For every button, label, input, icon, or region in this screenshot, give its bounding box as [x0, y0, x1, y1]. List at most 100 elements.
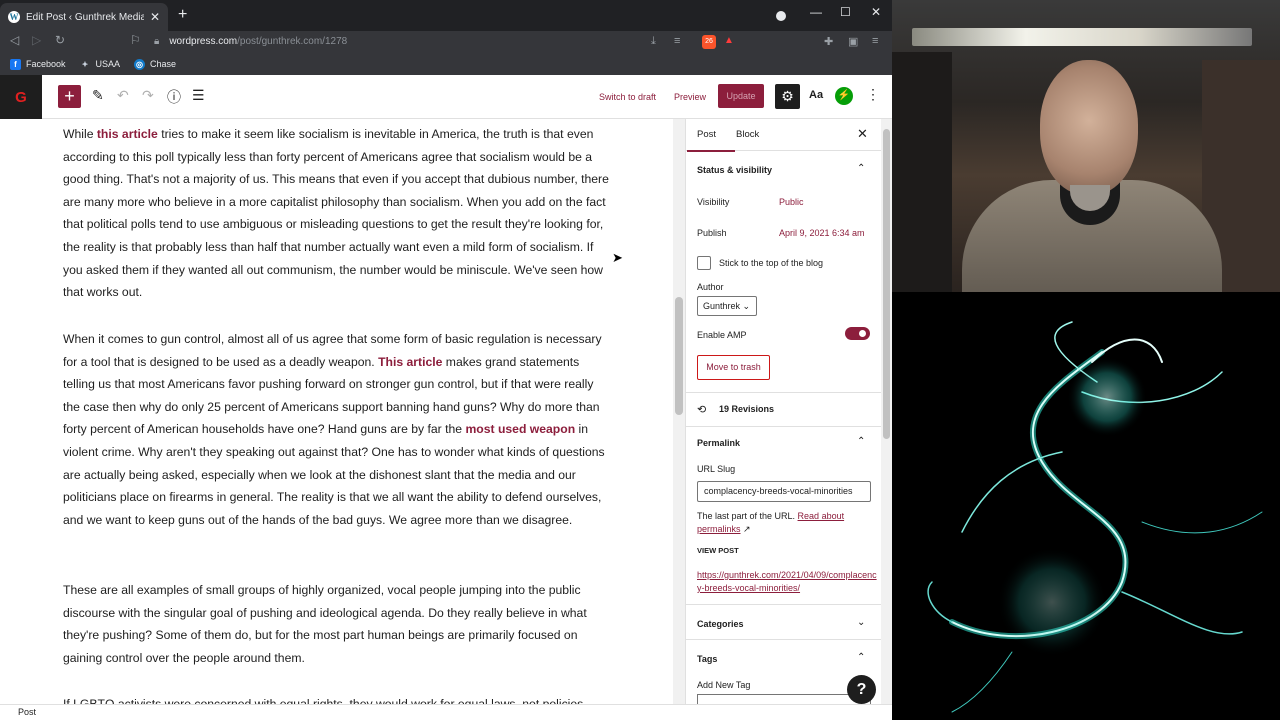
extensions-icon[interactable]: ✚ — [824, 35, 833, 48]
sidebar-scrollbar[interactable] — [881, 119, 892, 704]
categories-heading[interactable]: Categories — [697, 619, 744, 629]
presenter-head — [1040, 60, 1138, 195]
external-link-icon: ↗ — [743, 524, 751, 534]
scrollbar-thumb[interactable] — [675, 297, 683, 415]
more-options-icon[interactable]: ⋮ — [866, 86, 880, 103]
close-sidebar-icon[interactable]: ✕ — [857, 126, 868, 142]
wordpress-favicon-icon: W — [8, 11, 20, 23]
media-icon[interactable]: ▣ — [848, 35, 858, 48]
paragraph-text: in violent crime. Why aren't they speaki… — [63, 422, 605, 527]
chevron-up-icon[interactable]: ⌃ — [857, 652, 865, 663]
install-icon[interactable]: ⤓ — [651, 35, 656, 48]
visibility-toggle[interactable]: Public — [779, 197, 804, 207]
block-breadcrumb[interactable]: Post — [0, 704, 892, 720]
paragraph-block[interactable]: While this article tries to make it seem… — [63, 123, 611, 304]
profile-icon[interactable] — [776, 11, 786, 21]
browser-window: W Edit Post ‹ Gunthrek Media — W ✕ + — ☐… — [0, 0, 892, 720]
bookmark-label: USAA — [95, 59, 121, 69]
tab-title: Edit Post ‹ Gunthrek Media — W — [26, 11, 144, 23]
webcam-feed — [892, 0, 1280, 292]
glowing-dragon-icon — [927, 321, 1263, 713]
bookmarks-bar: f Facebook ✦ USAA ◎ Chase — [0, 53, 892, 75]
close-tab-icon[interactable]: ✕ — [150, 10, 160, 24]
url-slug-input[interactable]: complacency-breeds-vocal-minorities — [697, 481, 871, 502]
permalink-heading[interactable]: Permalink — [697, 438, 740, 448]
weapon-link[interactable]: most used weapon — [465, 422, 575, 436]
bookmark-chase[interactable]: ◎ Chase — [134, 58, 176, 70]
slug-help-text: The last part of the URL. Read about per… — [697, 510, 877, 536]
browser-tab-active[interactable]: W Edit Post ‹ Gunthrek Media — W ✕ — [0, 3, 168, 31]
site-logo-icon[interactable]: G — [0, 75, 42, 119]
browser-toolbar: ◁ ▷ ↻ ⚐ 🔒︎ wordpress.com /post/gunthrek.… — [0, 31, 892, 53]
divider — [686, 426, 881, 427]
help-text: The last part of the URL. — [697, 511, 798, 521]
undo-icon[interactable]: ↶ — [117, 87, 129, 104]
move-to-trash-button[interactable]: Move to trash — [697, 355, 770, 380]
editor-header: G + ✎ ↶ ↷ ⓘ ☰ Switch to draft Preview Up… — [0, 75, 892, 119]
jetpack-icon[interactable]: ⚡ — [835, 87, 853, 105]
tools-pencil-icon[interactable]: ✎ — [92, 87, 104, 104]
reload-icon[interactable]: ↻ — [55, 33, 65, 47]
block-inserter-button[interactable]: + — [58, 85, 81, 108]
author-value: Gunthrek — [703, 301, 741, 311]
new-tab-icon[interactable]: + — [178, 7, 187, 23]
bookmark-icon[interactable]: ⚐ — [130, 33, 141, 47]
paragraph-block[interactable]: If LGBTQ activists were concerned with e… — [63, 693, 611, 704]
canvas-scrollbar[interactable] — [673, 119, 685, 704]
revisions-icon[interactable]: ⟲ — [697, 403, 706, 416]
update-button[interactable]: Update — [718, 84, 764, 108]
chevron-down-icon[interactable]: ⌄ — [857, 617, 865, 628]
background-cabinet — [892, 52, 952, 292]
styles-button[interactable]: Aa — [809, 89, 823, 101]
redo-icon[interactable]: ↷ — [142, 87, 154, 104]
reader-mode-icon[interactable]: ≡ — [674, 35, 680, 47]
list-view-icon[interactable]: ☰ — [192, 87, 205, 104]
article-link[interactable]: this article — [97, 127, 158, 141]
brave-shields-icon[interactable]: 26 — [702, 35, 716, 49]
publish-label: Publish — [697, 228, 727, 238]
bookmark-usaa[interactable]: ✦ USAA — [80, 59, 121, 70]
help-icon[interactable]: ? — [847, 675, 876, 704]
url-host: wordpress.com — [169, 36, 238, 47]
settings-sidebar: Post Block ✕ Status & visibility ⌃ Visib… — [685, 119, 881, 704]
status-visibility-heading[interactable]: Status & visibility — [697, 165, 772, 175]
forward-icon[interactable]: ▷ — [32, 33, 41, 47]
details-info-icon[interactable]: ⓘ — [167, 87, 181, 107]
maximize-icon[interactable]: ☐ — [840, 5, 851, 19]
settings-gear-icon[interactable]: ⚙ — [775, 84, 800, 109]
tab-post[interactable]: Post — [686, 129, 736, 152]
facebook-icon: f — [10, 58, 21, 70]
view-post-link[interactable]: https://gunthrek.com/2021/04/09/complace… — [697, 569, 877, 595]
scrollbar-thumb[interactable] — [883, 129, 890, 439]
view-post-label: VIEW POST — [697, 546, 739, 555]
tab-block[interactable]: Block — [736, 129, 759, 140]
divider — [686, 392, 881, 393]
author-label: Author — [697, 282, 724, 292]
minimize-icon[interactable]: — — [810, 5, 822, 19]
chevron-up-icon[interactable]: ⌃ — [857, 436, 865, 447]
brave-rewards-icon[interactable]: ▲ — [724, 35, 734, 46]
article-link[interactable]: This article — [378, 355, 442, 369]
close-window-icon[interactable]: ✕ — [871, 5, 881, 19]
menu-icon[interactable]: ≡ — [872, 35, 878, 47]
switch-to-draft-button[interactable]: Switch to draft — [599, 92, 656, 102]
author-select[interactable]: Gunthrek ⌄ — [697, 296, 757, 316]
preview-button[interactable]: Preview — [674, 92, 706, 102]
revisions-link[interactable]: 19 Revisions — [719, 404, 774, 414]
chevron-up-icon[interactable]: ⌃ — [857, 163, 865, 174]
publish-date-toggle[interactable]: April 9, 2021 6:34 am — [779, 228, 865, 238]
back-icon[interactable]: ◁ — [10, 33, 19, 47]
url-slug-label: URL Slug — [697, 464, 736, 474]
bookmark-facebook[interactable]: f Facebook — [10, 58, 66, 70]
url-path: /post/gunthrek.com/1278 — [237, 36, 348, 47]
paragraph-block[interactable]: These are all examples of small groups o… — [63, 579, 611, 669]
divider — [686, 639, 881, 640]
editor-canvas[interactable]: While this article tries to make it seem… — [0, 119, 685, 704]
paragraph-block[interactable]: When it comes to gun control, almost all… — [63, 328, 611, 531]
tags-heading[interactable]: Tags — [697, 654, 717, 664]
add-tag-input[interactable] — [697, 694, 871, 704]
sticky-label: Stick to the top of the blog — [719, 258, 824, 268]
sticky-checkbox[interactable] — [697, 256, 711, 270]
sidebar-tabs: Post Block ✕ — [686, 119, 881, 152]
amp-toggle[interactable] — [845, 327, 870, 340]
